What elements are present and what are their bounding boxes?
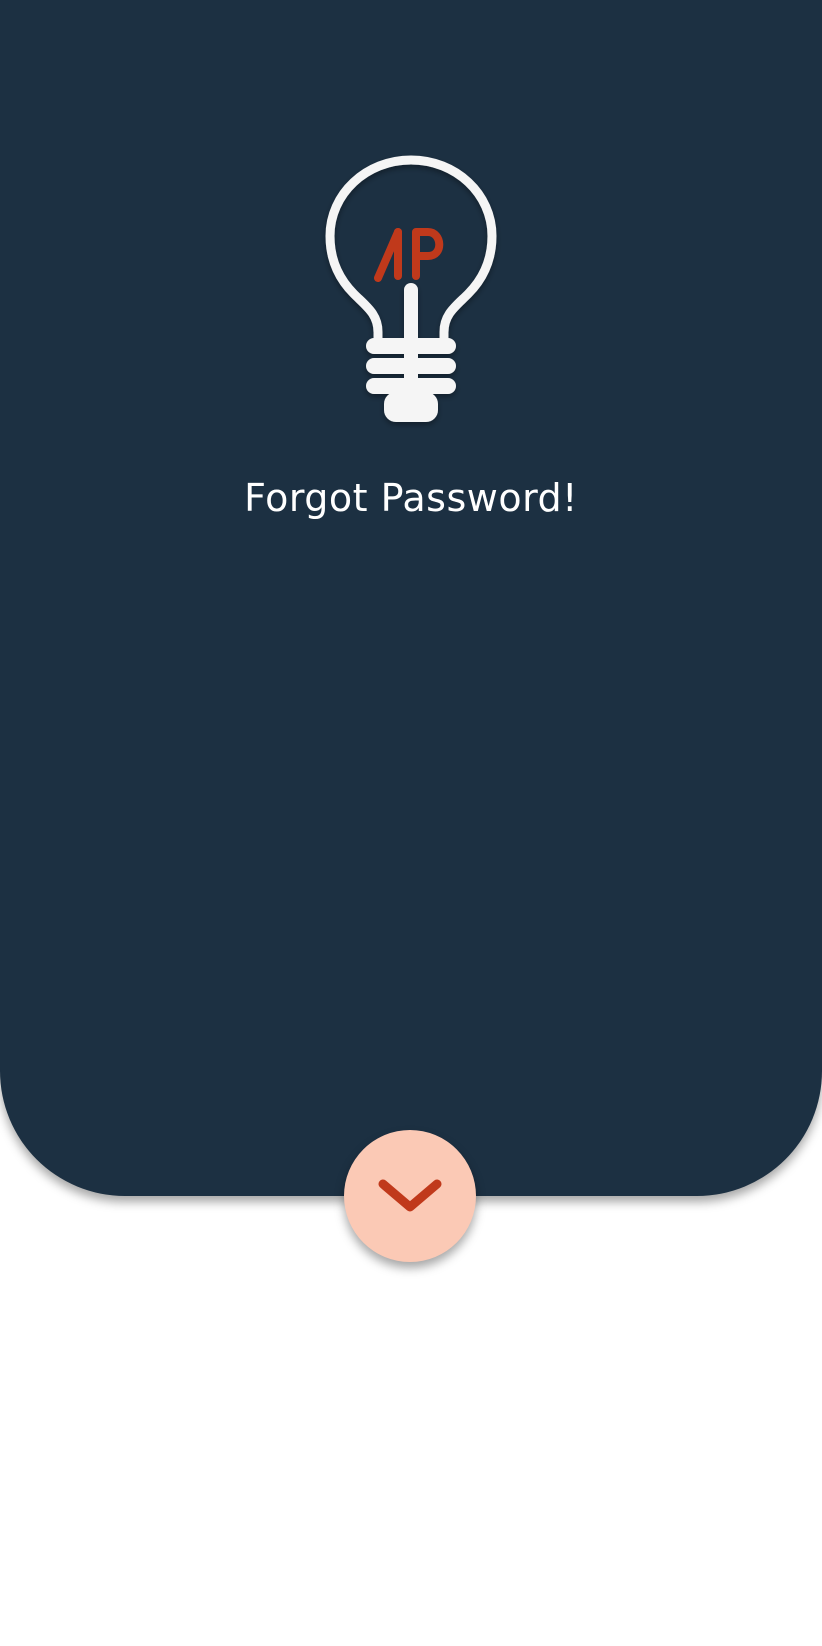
bulb-ridge	[366, 358, 456, 374]
bulb-ridge	[366, 338, 456, 354]
header-panel: Forgot Password!	[0, 0, 822, 1196]
bulb-ridge	[366, 378, 456, 394]
chevron-down-icon	[378, 1179, 442, 1212]
bulb-cap	[384, 392, 438, 422]
page-title: Forgot Password!	[244, 476, 578, 520]
ap-monogram	[374, 228, 444, 282]
expand-button[interactable]	[344, 1130, 476, 1262]
lightbulb-logo-icon	[325, 155, 497, 426]
forgot-password-screen: Forgot Password!	[0, 0, 822, 1646]
